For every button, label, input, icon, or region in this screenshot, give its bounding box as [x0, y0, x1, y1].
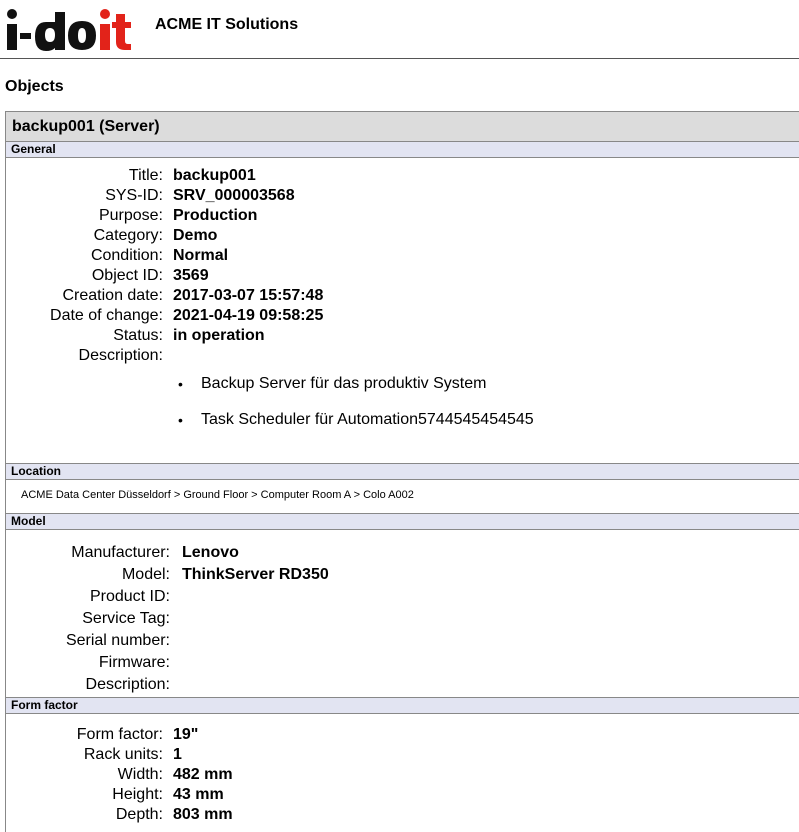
- field-value: 1: [173, 746, 182, 763]
- field-value: Normal: [173, 247, 229, 264]
- object-panel: backup001 (Server) General Title: backup…: [5, 111, 799, 832]
- location-path[interactable]: ACME Data Center Düsseldorf > Ground Flo…: [6, 480, 799, 513]
- field-value: Demo: [173, 227, 218, 244]
- field-value: backup001: [173, 167, 256, 184]
- field-label: Depth:: [115, 806, 163, 823]
- section-model-header: Model: [6, 513, 799, 530]
- field-label: Description:: [85, 676, 170, 693]
- field-serial-number: Serial number:: [6, 630, 799, 652]
- field-value: 2021-04-19 09:58:25: [173, 307, 324, 324]
- field-height: Height: 43 mm: [6, 785, 799, 805]
- field-description: Description:: [6, 346, 799, 366]
- field-label: Object ID:: [91, 267, 163, 284]
- field-label: Firmware:: [98, 654, 170, 671]
- field-value: 2017-03-07 15:57:48: [173, 287, 324, 304]
- description-list: Backup Server für das produktiv System T…: [6, 373, 799, 445]
- field-manufacturer: Manufacturer: Lenovo: [6, 542, 799, 564]
- section-model-body: Manufacturer: Lenovo Model: ThinkServer …: [6, 530, 799, 697]
- field-label: Condition:: [90, 247, 163, 264]
- section-form-factor-header: Form factor: [6, 697, 799, 714]
- field-value: Production: [173, 207, 258, 224]
- field-label: Date of change:: [50, 307, 163, 324]
- field-value: SRV_000003568: [173, 187, 295, 204]
- field-date-of-change: Date of change: 2021-04-19 09:58:25: [6, 306, 799, 326]
- field-label: Purpose:: [98, 207, 163, 224]
- field-purpose: Purpose: Production: [6, 206, 799, 226]
- field-value: 3569: [173, 267, 209, 284]
- section-general-body: Title: backup001 SYS-ID: SRV_000003568 P…: [6, 158, 799, 463]
- field-label: Width:: [117, 766, 163, 783]
- field-label: Serial number:: [65, 632, 170, 649]
- section-location-header: Location: [6, 463, 799, 480]
- section-general-header: General: [6, 142, 799, 158]
- field-width: Width: 482 mm: [6, 765, 799, 785]
- field-creation-date: Creation date: 2017-03-07 15:57:48: [6, 286, 799, 306]
- field-label: Service Tag:: [82, 610, 170, 627]
- field-value: 482 mm: [173, 766, 233, 783]
- company-name: ACME IT Solutions: [155, 16, 299, 33]
- field-value: in operation: [173, 327, 265, 344]
- field-model-description: Description:: [6, 674, 799, 696]
- app-header: ACME IT Solutions: [0, 0, 799, 59]
- field-title: Title: backup001: [6, 166, 799, 186]
- field-depth: Depth: 803 mm: [6, 805, 799, 825]
- field-label: Title:: [128, 167, 163, 184]
- field-label: Status:: [113, 327, 163, 344]
- field-product-id: Product ID:: [6, 586, 799, 608]
- field-label: Creation date:: [62, 287, 163, 304]
- field-status: Status: in operation: [6, 326, 799, 346]
- field-category: Category: Demo: [6, 226, 799, 246]
- field-condition: Condition: Normal: [6, 246, 799, 266]
- field-value: Lenovo: [182, 544, 239, 561]
- field-form-factor: Form factor: 19": [6, 725, 799, 745]
- field-value: ThinkServer RD350: [182, 566, 329, 583]
- field-label: Category:: [93, 227, 163, 244]
- field-label: Description:: [78, 347, 163, 364]
- page-title: Objects: [5, 78, 64, 95]
- field-value: 803 mm: [173, 806, 233, 823]
- field-label: SYS-ID:: [105, 187, 163, 204]
- field-label: Height:: [112, 786, 163, 803]
- field-label: Product ID:: [89, 588, 170, 605]
- field-label: Model:: [121, 566, 170, 583]
- field-value: 43 mm: [173, 786, 224, 803]
- section-form-factor-body: Form factor: 19" Rack units: 1 Width: 48…: [6, 714, 799, 825]
- field-label: Form factor:: [76, 726, 163, 743]
- object-title: backup001 (Server): [6, 112, 799, 142]
- field-service-tag: Service Tag:: [6, 608, 799, 630]
- field-value: 19": [173, 726, 199, 743]
- description-item: Task Scheduler für Automation57445454545…: [6, 409, 799, 445]
- i-doit-logo[interactable]: [4, 2, 132, 54]
- description-item: Backup Server für das produktiv System: [6, 373, 799, 409]
- field-model: Model: ThinkServer RD350: [6, 564, 799, 586]
- field-firmware: Firmware:: [6, 652, 799, 674]
- field-sys-id: SYS-ID: SRV_000003568: [6, 186, 799, 206]
- field-label: Manufacturer:: [71, 544, 170, 561]
- field-rack-units: Rack units: 1: [6, 745, 799, 765]
- field-object-id: Object ID: 3569: [6, 266, 799, 286]
- field-label: Rack units:: [83, 746, 163, 763]
